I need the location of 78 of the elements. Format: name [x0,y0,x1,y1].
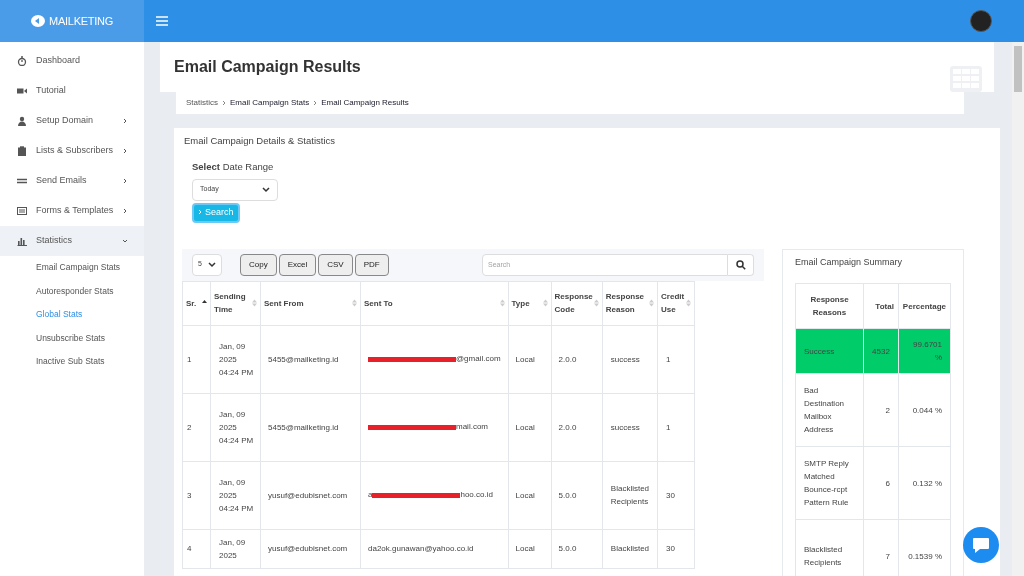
export-button[interactable]: CSV [318,253,353,276]
table-cell: Blacklisted Recipients [795,519,864,576]
sidebar-item[interactable]: Setup Domain [0,106,144,136]
card-title: Email Campaign Details & Statistics [184,134,336,148]
table-cell: Jan, 09 2025 04:24 PM [210,393,261,461]
field-label: Select Date Range [192,160,274,175]
table-cell: 2.0.0 [551,325,603,393]
table-cell: 2 [182,393,211,461]
table-cell: yusuf@edubisnet.com [260,461,361,529]
page-title: Email Campaign Results [174,57,361,77]
table-cell: Blacklisted [602,529,658,568]
column-header[interactable]: Sent To [360,281,509,325]
export-button[interactable]: Copy [240,253,277,276]
table-cell: 5455@mailketing.id [260,393,361,461]
table-cell: 0.044 % [898,373,951,447]
table-cell: 30 [657,461,695,529]
table-cell: 1 [657,393,695,461]
table-cell: success [602,393,658,461]
table-cell-text: a [368,489,373,501]
table-cell: SMTP Reply Matched Bounce-rcpt Pattern Rule [795,446,864,520]
column-header: Percentage [898,283,951,329]
table-cell: Blacklisted Recipients [602,461,658,529]
column-header[interactable]: Type [508,281,552,325]
table-cell: Success [795,328,864,374]
column-header: Response Reasons [795,283,864,329]
table-cell: 5.0.0 [551,529,603,568]
table-cell: Jan, 09 2025 04:24 PM [210,325,261,393]
table-cell: Jan, 09 2025 04:24 PM [210,461,261,529]
table-cell: 4 [182,529,211,568]
table-cell: Bad Destination Mailbox Address [795,373,864,447]
column-header[interactable]: Credit Use [657,281,695,325]
column-header[interactable]: Sr. [182,281,211,325]
table-cell: 1 [657,325,695,393]
submenu-item[interactable]: Global Stats [0,303,144,327]
table-cell: 6 [863,446,899,520]
breadcrumb-link[interactable]: Email Campaign Stats [230,97,310,109]
table-cell: 99.6701 % [898,328,951,374]
table-cell: 5.0.0 [551,461,603,529]
submenu-item[interactable]: Unsubscribe Stats [0,326,144,350]
sidebar-item[interactable]: Tutorial [0,76,144,106]
submenu-item[interactable]: Autoresponder Stats [0,279,144,303]
table-cell: 30 [657,529,695,568]
sidebar-item[interactable]: Send Emails [0,166,144,196]
column-header: Total [863,283,899,329]
breadcrumb-link[interactable]: Statistics [186,97,218,109]
brand-name: MAILKETING [49,13,113,29]
submenu-item[interactable]: Email Campaign Stats [0,256,144,280]
submenu-item[interactable]: Inactive Sub Stats [0,350,144,374]
summary-title: Email Campaign Summary [795,255,904,269]
sidebar-item[interactable]: Forms & Templates [0,196,144,226]
table-cell: Local [508,461,552,529]
table-cell: 4532 [863,328,899,374]
table-cell: Local [508,325,552,393]
export-button[interactable]: Excel [278,253,317,276]
sidebar-item[interactable]: Lists & Subscribers [0,136,144,166]
table-cell: 2.0.0 [551,393,603,461]
table-cell: 0.132 % [898,446,951,520]
column-header[interactable]: Response Code [551,281,603,325]
table-cell: 1 [182,325,211,393]
column-header[interactable]: Sending Time [210,281,261,325]
table-cell-text: @gmail.com [456,353,501,365]
export-button[interactable]: PDF [354,253,389,276]
table-cell-text: hoo.co.id [460,489,493,501]
table-cell-text: da2ok.gunawan@yahoo.co.id [368,542,474,555]
table-cell: Local [508,529,552,568]
table-cell-text: mail.com [456,421,488,433]
sidebar-item[interactable]: Statistics [0,226,144,256]
column-header[interactable]: Response Reason [602,281,658,325]
breadcrumb-link[interactable]: Email Campaign Results [321,97,409,109]
table-cell: Local [508,393,552,461]
sidebar-item[interactable]: Dashboard [0,46,144,76]
table-cell: Jan, 09 2025 [210,529,261,568]
table-cell: 3 [182,461,211,529]
table-cell: 2 [863,373,899,447]
table-cell: 5455@mailketing.id [260,325,361,393]
column-header[interactable]: Sent From [260,281,361,325]
table-cell: success [602,325,658,393]
table-cell: yusuf@edubisnet.com [260,529,361,568]
